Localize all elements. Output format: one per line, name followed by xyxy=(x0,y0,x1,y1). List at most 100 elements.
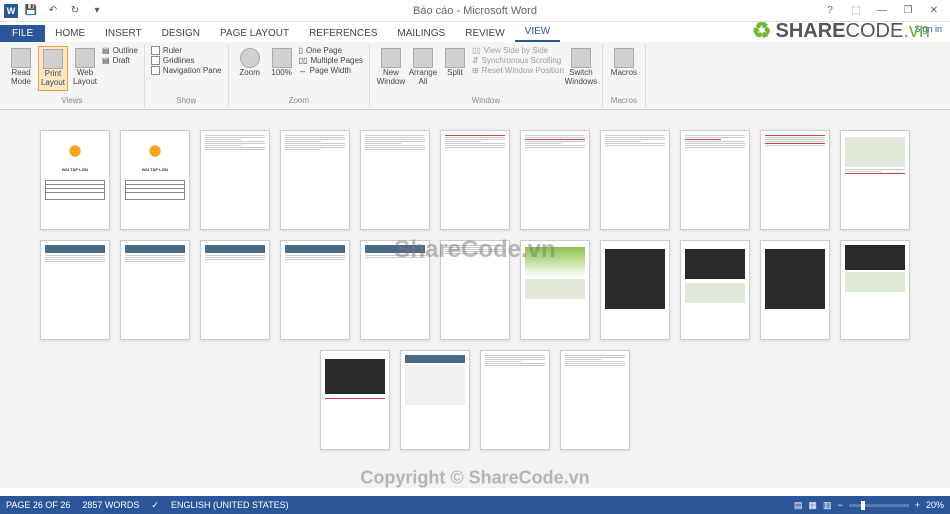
page-thumbnail[interactable] xyxy=(560,350,630,450)
document-area[interactable]: ShareCode.vn Copyright © ShareCode.vn BÀ… xyxy=(0,110,950,488)
one-page-icon: ▯ xyxy=(299,46,303,55)
zoom-icon xyxy=(240,48,260,68)
zoom-level[interactable]: 20% xyxy=(926,500,944,510)
reset-window-position-button: ⊞Reset Window Position xyxy=(472,66,564,75)
web-layout-button[interactable]: Web Layout xyxy=(70,46,100,89)
page-thumbnail[interactable] xyxy=(280,130,350,230)
switch-windows-icon xyxy=(571,48,591,68)
page-thumbnail[interactable] xyxy=(760,130,830,230)
new-window-button[interactable]: New Window xyxy=(376,46,406,89)
zoom-slider-thumb[interactable] xyxy=(861,501,865,510)
status-words[interactable]: 2857 WORDS xyxy=(82,500,139,511)
page-thumbnail[interactable] xyxy=(440,130,510,230)
arrange-all-button[interactable]: Arrange All xyxy=(408,46,438,89)
print-layout-icon xyxy=(43,49,63,69)
zoom-out-button[interactable]: − xyxy=(837,500,842,510)
page-thumbnail[interactable] xyxy=(760,240,830,340)
view-web-layout-icon[interactable]: ▥ xyxy=(823,500,832,511)
cover-logo-icon xyxy=(65,141,85,161)
page-thumbnails: BÀI TẬP LỚN BÀI TẬP LỚN xyxy=(10,130,940,450)
page-thumbnail[interactable] xyxy=(600,130,670,230)
page-thumbnail[interactable] xyxy=(360,130,430,230)
switch-windows-button[interactable]: Switch Windows xyxy=(566,46,596,89)
side-by-side-icon: ▯▯ xyxy=(472,46,481,55)
group-label-zoom: Zoom xyxy=(235,96,363,105)
tab-page-layout[interactable]: PAGE LAYOUT xyxy=(210,25,299,42)
zoom-100-button[interactable]: 100% xyxy=(267,46,297,80)
restore-button[interactable]: ❐ xyxy=(896,2,920,20)
read-mode-button[interactable]: Read Mode xyxy=(6,46,36,89)
qat-redo[interactable]: ↻ xyxy=(66,2,84,20)
thumbnail-image xyxy=(845,137,905,167)
tab-review[interactable]: REVIEW xyxy=(455,25,514,42)
close-button[interactable]: ✕ xyxy=(922,2,946,20)
outline-button[interactable]: ▤Outline xyxy=(102,46,138,55)
group-zoom: Zoom 100% ▯One Page ▯▯Multiple Pages ↔Pa… xyxy=(229,44,370,107)
page-thumbnail[interactable] xyxy=(520,130,590,230)
thumbnail-image xyxy=(525,247,585,277)
page-thumbnail[interactable] xyxy=(200,240,270,340)
one-page-button[interactable]: ▯One Page xyxy=(299,46,363,55)
page-thumbnail[interactable] xyxy=(520,240,590,340)
page-thumbnail[interactable] xyxy=(440,240,510,340)
zoom-slider[interactable] xyxy=(849,504,909,507)
thumbnail-image xyxy=(685,283,745,303)
tab-design[interactable]: DESIGN xyxy=(152,25,210,42)
group-window: New Window Arrange All Split ▯▯View Side… xyxy=(370,44,603,107)
page-thumbnail[interactable] xyxy=(840,240,910,340)
tab-mailings[interactable]: MAILINGS xyxy=(387,25,455,42)
group-macros: Macros Macros xyxy=(603,44,646,107)
page-thumbnail[interactable] xyxy=(600,240,670,340)
qat-customize[interactable]: ▾ xyxy=(88,2,106,20)
macros-button[interactable]: Macros xyxy=(609,46,639,80)
status-language[interactable]: ENGLISH (UNITED STATES) xyxy=(171,500,289,511)
tab-view[interactable]: VIEW xyxy=(515,23,561,42)
print-layout-button[interactable]: Print Layout xyxy=(38,46,68,91)
thumbnail-image xyxy=(405,365,465,405)
view-print-layout-icon[interactable]: ▦ xyxy=(808,500,817,511)
tab-file[interactable]: FILE xyxy=(0,25,45,42)
page-thumbnail[interactable] xyxy=(400,350,470,450)
tab-home[interactable]: HOME xyxy=(45,25,95,42)
page-thumbnail[interactable] xyxy=(480,350,550,450)
ribbon-display-options[interactable]: ⬚ xyxy=(844,2,868,20)
help-button[interactable]: ? xyxy=(818,2,842,20)
multiple-pages-button[interactable]: ▯▯Multiple Pages xyxy=(299,56,363,65)
page-thumbnail[interactable] xyxy=(840,130,910,230)
gridlines-checkbox[interactable]: Gridlines xyxy=(151,56,222,65)
page-thumbnail[interactable] xyxy=(40,240,110,340)
group-views: Read Mode Print Layout Web Layout ▤Outli… xyxy=(0,44,145,107)
status-page[interactable]: PAGE 26 OF 26 xyxy=(6,500,70,511)
status-proofing-icon[interactable]: ✓ xyxy=(151,500,159,511)
tab-references[interactable]: REFERENCES xyxy=(299,25,387,42)
web-layout-icon xyxy=(75,48,95,68)
ruler-checkbox[interactable]: Ruler xyxy=(151,46,222,55)
draft-icon: ▤ xyxy=(102,56,110,65)
page-width-button[interactable]: ↔Page Width xyxy=(299,66,363,75)
page-thumbnail[interactable] xyxy=(360,240,430,340)
sharecode-icon: ♻ xyxy=(752,18,772,44)
sync-scroll-icon: ⇵ xyxy=(472,56,479,65)
page-thumbnail[interactable]: BÀI TẬP LỚN xyxy=(40,130,110,230)
group-label-views: Views xyxy=(6,96,138,105)
zoom-button[interactable]: Zoom xyxy=(235,46,265,80)
group-label-show: Show xyxy=(151,96,222,105)
page-thumbnail[interactable] xyxy=(280,240,350,340)
qat-save[interactable]: 💾 xyxy=(22,2,40,20)
page-thumbnail[interactable] xyxy=(680,130,750,230)
page-thumbnail[interactable] xyxy=(120,240,190,340)
page-thumbnail[interactable] xyxy=(200,130,270,230)
page-thumbnail[interactable] xyxy=(320,350,390,450)
zoom-100-icon xyxy=(272,48,292,68)
view-read-mode-icon[interactable]: ▤ xyxy=(794,500,803,511)
split-button[interactable]: Split xyxy=(440,46,470,80)
navigation-pane-checkbox[interactable]: Navigation Pane xyxy=(151,66,222,75)
draft-button[interactable]: ▤Draft xyxy=(102,56,138,65)
page-thumbnail[interactable]: BÀI TẬP LỚN xyxy=(120,130,190,230)
page-thumbnail[interactable] xyxy=(680,240,750,340)
qat-undo[interactable]: ↶ xyxy=(44,2,62,20)
checkbox-icon xyxy=(151,66,160,75)
tab-insert[interactable]: INSERT xyxy=(95,25,152,42)
minimize-button[interactable]: — xyxy=(870,2,894,20)
zoom-in-button[interactable]: + xyxy=(915,500,920,510)
